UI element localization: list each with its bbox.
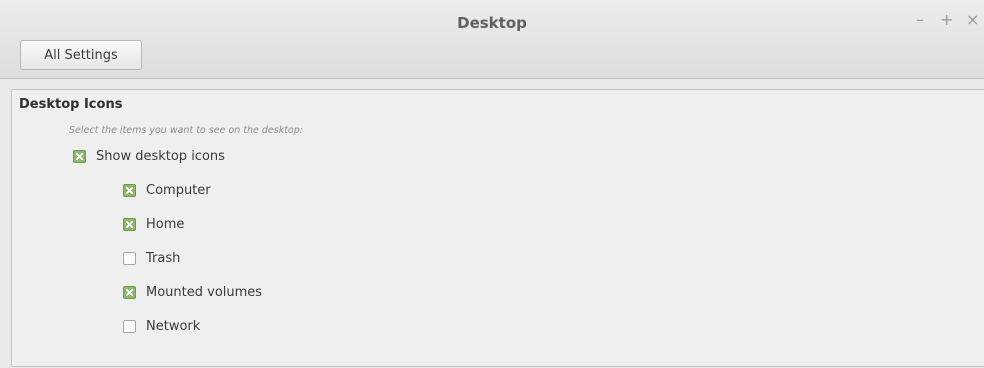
trash-checkbox[interactable] [123,252,136,265]
settings-window: Desktop – + × All Settings Desktop Icons… [0,0,984,368]
section-title: Desktop Icons [19,97,123,112]
maximize-button[interactable]: + [940,10,953,29]
show-desktop-icons-option[interactable]: Show desktop icons [73,149,225,164]
trash-option[interactable]: Trash [123,251,180,266]
network-checkbox[interactable] [123,320,136,333]
home-label: Home [146,217,185,232]
section-hint: Select the items you want to see on the … [69,125,303,136]
mounted-volumes-label: Mounted volumes [146,285,263,300]
close-button[interactable]: × [966,10,979,29]
title-bar: Desktop – + × All Settings [0,0,984,79]
show-desktop-icons-label: Show desktop icons [96,149,225,164]
desktop-icons-panel: Desktop Icons Select the items you want … [11,89,984,367]
home-checkbox[interactable] [123,218,136,231]
trash-label: Trash [146,251,181,266]
window-title: Desktop [457,14,527,32]
network-label: Network [146,319,201,334]
computer-label: Computer [146,183,211,198]
all-settings-button[interactable]: All Settings [20,40,142,70]
computer-option[interactable]: Computer [123,183,211,198]
window-controls: – + × [914,10,979,29]
show-desktop-icons-checkbox[interactable] [73,150,86,163]
network-option[interactable]: Network [123,319,200,334]
minimize-button[interactable]: – [914,10,926,29]
mounted-volumes-option[interactable]: Mounted volumes [123,285,262,300]
mounted-volumes-checkbox[interactable] [123,286,136,299]
computer-checkbox[interactable] [123,184,136,197]
home-option[interactable]: Home [123,217,184,232]
